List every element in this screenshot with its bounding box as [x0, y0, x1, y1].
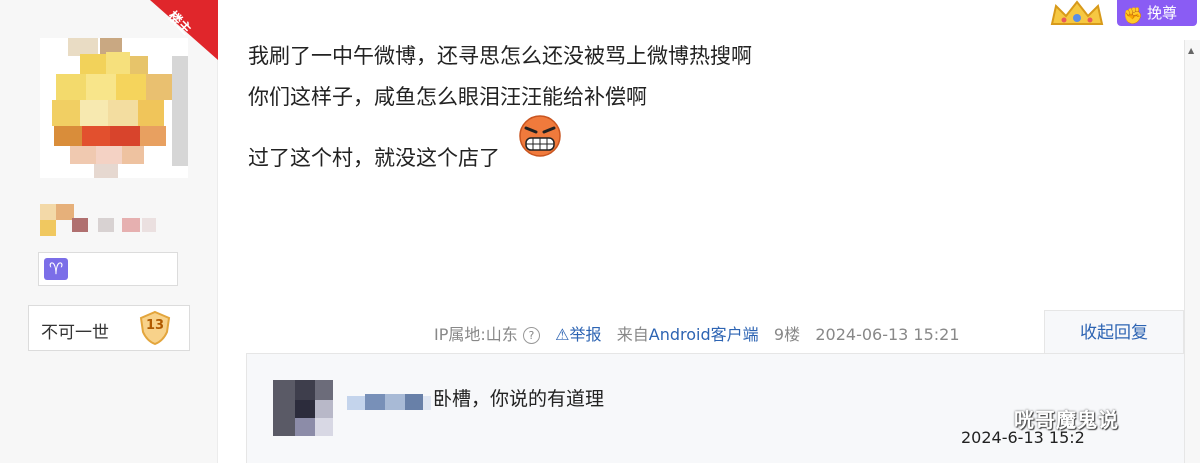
wantop-button[interactable]: ✊ 挽尊: [1117, 0, 1197, 26]
author-badge: 楼主: [150, 0, 218, 60]
aries-icon: ♈: [44, 258, 68, 280]
level-title: 不可一世: [41, 323, 109, 343]
post-meta: IP属地:山东 ? ⚠举报 来自Android客户端 9楼 2024-06-13…: [434, 321, 960, 345]
post-line-1: 我刷了一中午微博，还寻思怎么还没被骂上微博热搜啊: [248, 44, 752, 68]
post-line-3: 过了这个村，就没这个店了: [248, 146, 500, 170]
zodiac-badge[interactable]: ♈: [38, 252, 178, 286]
wantop-label: 挽尊: [1147, 4, 1178, 22]
warning-icon[interactable]: ⚠: [555, 325, 569, 344]
fist-icon: ✊: [1123, 6, 1143, 25]
ip-location: IP属地:山东: [434, 325, 518, 344]
level-number: 13: [145, 318, 165, 333]
author-panel: 楼主 ♈ 不可一世 13: [0, 0, 218, 463]
scroll-up-icon[interactable]: ▲: [1188, 46, 1194, 55]
collapse-reply-button[interactable]: 收起回复: [1044, 310, 1184, 354]
angry-grin-emoji-icon: [516, 114, 564, 158]
from-prefix: 来自: [616, 325, 649, 344]
post-line-2: 你们这样子，咸鱼怎么眼泪汪汪能给补偿啊: [248, 85, 647, 109]
floor-number: 9楼: [773, 325, 801, 344]
scrollbar[interactable]: ▲: [1184, 40, 1200, 463]
report-link[interactable]: 举报: [569, 321, 601, 345]
crown-icon[interactable]: [1046, 0, 1108, 30]
watermark: 咣哥魔鬼说: [1014, 408, 1119, 432]
post-time: 2024-06-13 15:21: [815, 325, 960, 344]
reply-text: 卧槽，你说的有道理: [433, 388, 605, 410]
level-shield-icon: 13: [137, 310, 173, 346]
level-badge[interactable]: 不可一世 13: [28, 305, 190, 351]
help-icon[interactable]: ?: [522, 327, 540, 344]
author-username[interactable]: [40, 204, 160, 238]
client-link[interactable]: Android客户端: [649, 321, 759, 345]
reply-username[interactable]: [347, 394, 431, 412]
reply-avatar[interactable]: [273, 380, 333, 436]
